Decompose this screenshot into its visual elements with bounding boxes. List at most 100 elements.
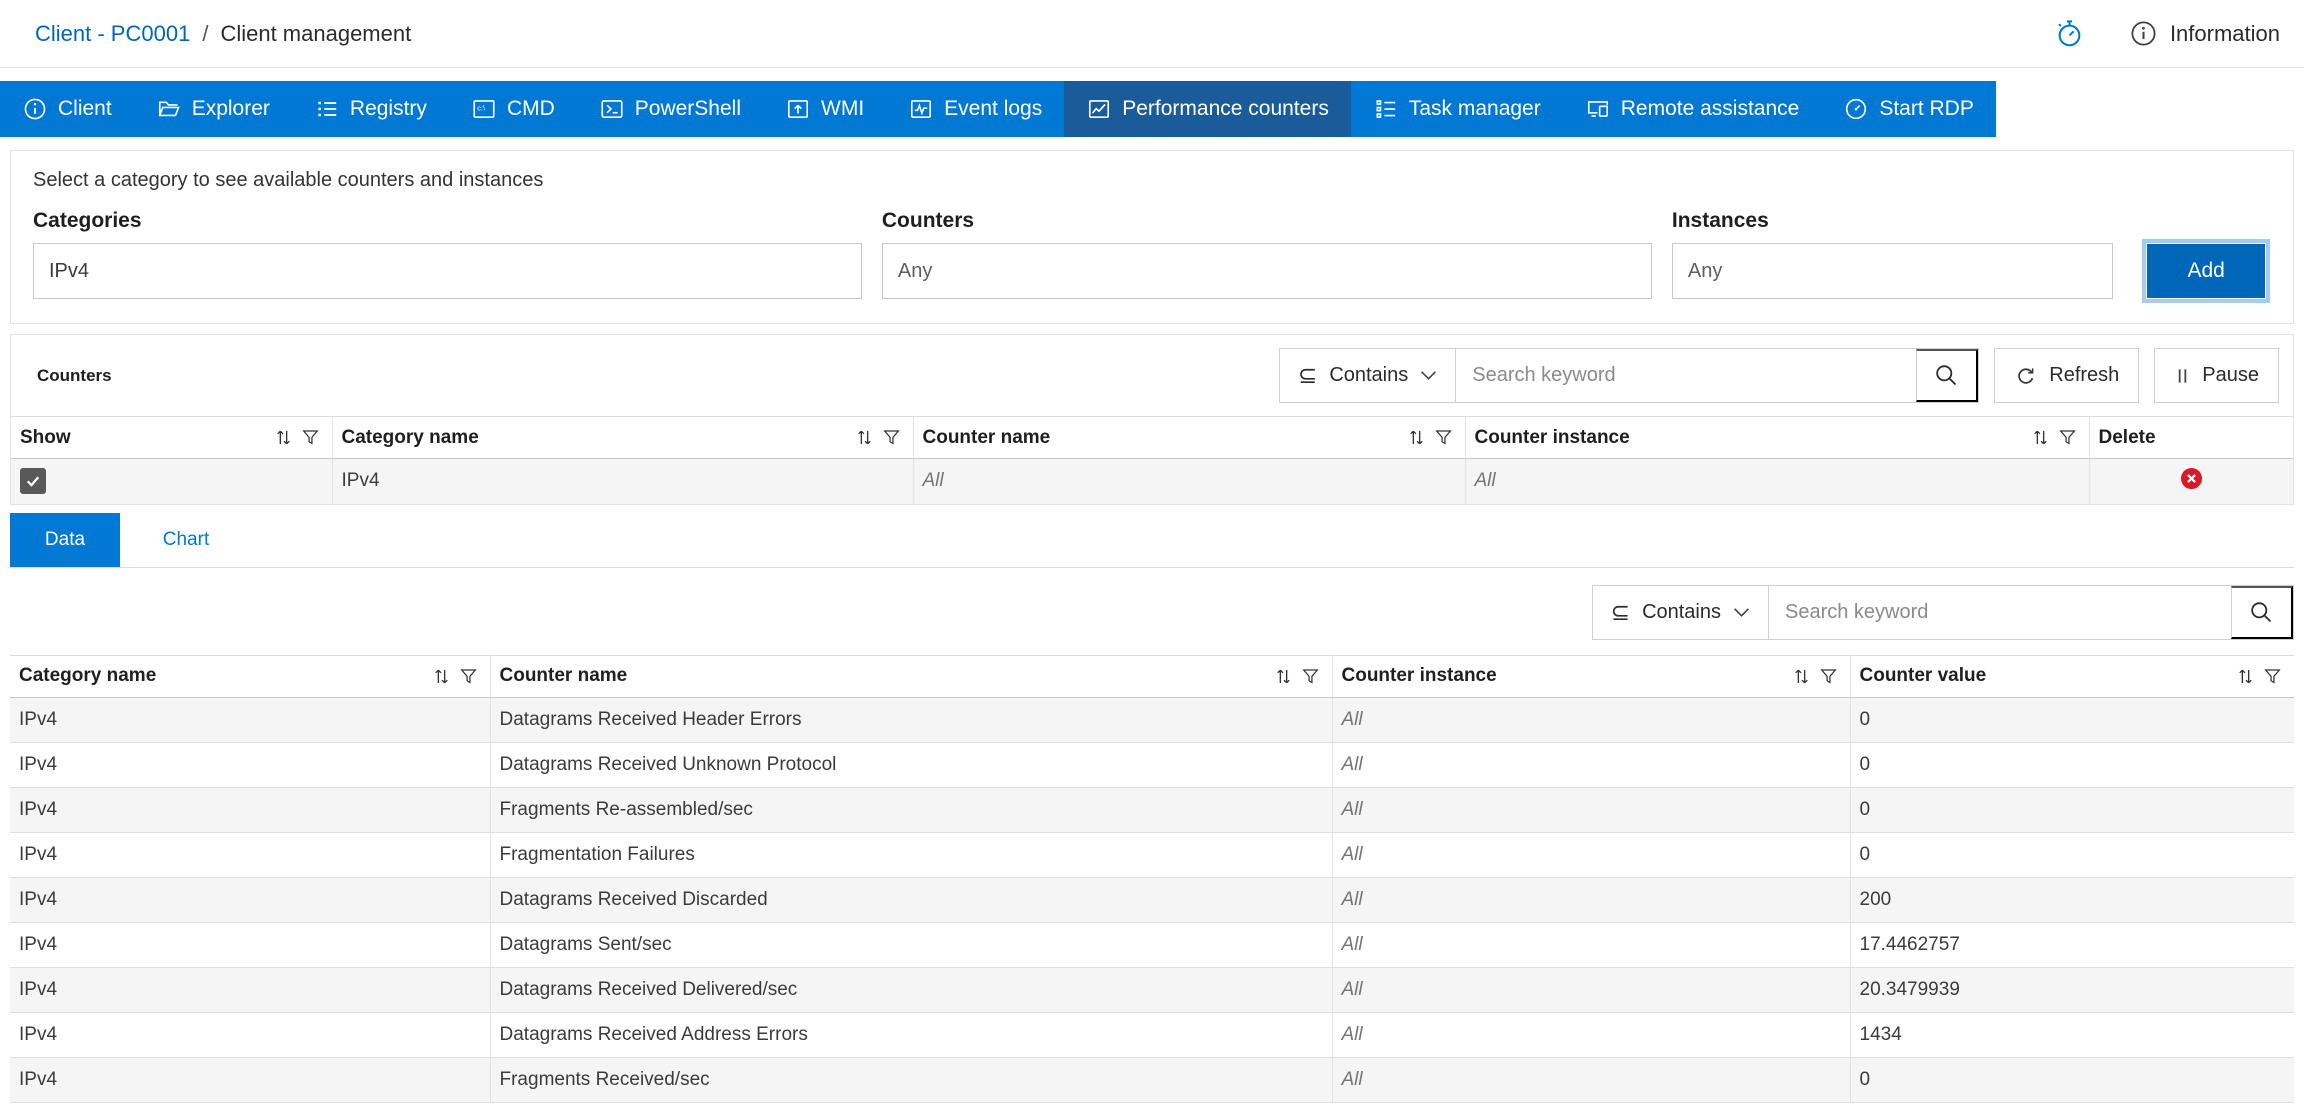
data-search-input[interactable] <box>1769 585 2231 639</box>
table-row[interactable]: IPv4 Fragmentation Failures All 0 <box>10 832 2294 877</box>
nav-tab-task-manager[interactable]: Task manager <box>1351 81 1563 137</box>
col-header-category-name[interactable]: Category name <box>10 654 491 698</box>
counters-operator-dropdown[interactable]: ⊆ Contains <box>1280 349 1457 402</box>
search-icon <box>2248 599 2275 626</box>
pause-icon <box>2174 365 2191 387</box>
sort-icon[interactable] <box>854 427 875 448</box>
pause-button[interactable]: Pause <box>2154 348 2279 403</box>
nav-tab-remote-assistance[interactable]: Remote assistance <box>1563 81 1822 137</box>
counters-input[interactable] <box>881 243 1652 299</box>
information-button[interactable]: Information <box>2129 19 2280 48</box>
selector-hint: Select a category to see available count… <box>33 169 544 191</box>
sort-icon[interactable] <box>1791 666 1812 687</box>
table-row[interactable]: IPv4 Datagrams Received Discarded All 200 <box>10 877 2294 922</box>
refresh-icon <box>2014 364 2038 388</box>
nav-tab-event-logs[interactable]: Event logs <box>886 81 1064 137</box>
categories-input[interactable] <box>33 243 862 299</box>
col-header-category-name[interactable]: Category name <box>332 416 914 459</box>
table-row[interactable]: IPv4 Fragments Received/sec All 0 <box>10 1057 2294 1102</box>
col-header-counter-name[interactable]: Counter name <box>913 416 1466 459</box>
timer-icon[interactable] <box>2054 18 2085 49</box>
filter-icon[interactable] <box>1434 428 1453 447</box>
information-label: Information <box>2169 20 2280 46</box>
filter-icon[interactable] <box>459 667 478 686</box>
col-header-delete: Delete <box>2089 416 2293 459</box>
tab-data[interactable]: Data <box>10 512 120 567</box>
chevron-down-icon <box>1420 370 1437 381</box>
nav-tab-label: Task manager <box>1408 97 1541 120</box>
col-header-counter-instance[interactable]: Counter instance <box>1332 654 1851 698</box>
col-header-show[interactable]: Show <box>11 416 333 459</box>
remote-screen-icon <box>1585 96 1611 122</box>
nav-tab-cmd[interactable]: c:\ CMD <box>449 81 577 137</box>
col-header-counter-instance[interactable]: Counter instance <box>1465 416 2090 459</box>
refresh-label: Refresh <box>2049 364 2120 386</box>
nav-tab-label: CMD <box>506 97 555 120</box>
nav-tab-label: Start RDP <box>1879 97 1974 120</box>
col-header-counter-value[interactable]: Counter value <box>1850 654 2294 698</box>
table-row: IPv4 All All <box>11 458 2293 504</box>
instances-label: Instances <box>1671 209 1769 232</box>
data-operator-dropdown[interactable]: ⊆ Contains <box>1593 585 1769 639</box>
nav-tab-label: Explorer <box>191 97 270 120</box>
nav-tab-label: Remote assistance <box>1620 97 1800 120</box>
filter-icon[interactable] <box>1819 667 1838 686</box>
sort-icon[interactable] <box>2030 427 2051 448</box>
table-row[interactable]: IPv4 Datagrams Received Delivered/sec All… <box>10 967 2294 1012</box>
filter-icon[interactable] <box>1301 667 1320 686</box>
filter-icon[interactable] <box>2263 667 2282 686</box>
refresh-button[interactable]: Refresh <box>1994 348 2140 403</box>
filter-icon[interactable] <box>882 428 901 447</box>
delete-row-button[interactable] <box>2180 467 2203 493</box>
nav-tab-explorer[interactable]: Explorer <box>134 81 292 137</box>
data-search-button[interactable] <box>2231 585 2293 639</box>
nav-tab-start-rdp[interactable]: Start RDP <box>1821 81 1996 137</box>
breadcrumb: Client - PC0001 / Client management <box>35 21 411 47</box>
nav-tab-client[interactable]: Client <box>0 81 134 137</box>
pause-label: Pause <box>2202 364 2259 386</box>
show-checkbox[interactable] <box>20 468 46 495</box>
event-logs-icon <box>908 96 934 122</box>
contains-icon: ⊆ <box>1610 598 1631 625</box>
counters-search-button[interactable] <box>1916 349 1979 402</box>
tab-chart[interactable]: Chart <box>120 512 252 567</box>
sort-icon[interactable] <box>431 666 452 687</box>
nav-tab-label: Event logs <box>944 97 1043 120</box>
nav-tab-powershell[interactable]: PowerShell <box>577 81 763 137</box>
table-row[interactable]: IPv4 Datagrams Sent/sec All 17.4462757 <box>10 922 2294 967</box>
data-search-combo: ⊆ Contains <box>1591 584 2294 640</box>
operator-label: Contains <box>1329 364 1409 386</box>
selected-counters-table: Show Category name Counter name Counter … <box>11 416 2293 504</box>
filter-icon[interactable] <box>301 428 320 447</box>
counters-search-combo: ⊆ Contains <box>1279 348 1980 403</box>
chevron-down-icon <box>1733 607 1750 618</box>
wmi-icon <box>785 96 811 122</box>
filter-icon[interactable] <box>2058 428 2077 447</box>
powershell-icon <box>599 96 625 122</box>
counter-selector-panel: Select a category to see available count… <box>10 150 2294 324</box>
table-row[interactable]: IPv4 Fragments Re-assembled/sec All 0 <box>10 787 2294 832</box>
task-list-icon <box>1373 96 1399 122</box>
terminal-icon: c:\ <box>471 96 497 122</box>
add-button[interactable]: Add <box>2147 244 2265 298</box>
folder-icon <box>156 96 182 122</box>
table-row[interactable]: IPv4 Datagrams Received Header Errors All… <box>10 697 2294 742</box>
sort-icon[interactable] <box>2235 666 2256 687</box>
sort-icon[interactable] <box>273 427 294 448</box>
categories-label: Categories <box>33 209 142 232</box>
nav-tab-performance-counters[interactable]: Performance counters <box>1064 81 1351 137</box>
counters-panel: Counters ⊆ Contains Search keyword Refre… <box>10 334 2294 505</box>
nav-tab-wmi[interactable]: WMI <box>763 81 886 137</box>
table-row[interactable]: IPv4 Datagrams Received Unknown Protocol … <box>10 742 2294 787</box>
breadcrumb-client-link[interactable]: Client - PC0001 <box>35 21 190 47</box>
sort-icon[interactable] <box>1406 427 1427 448</box>
top-bar: Client - PC0001 / Client management Info… <box>0 0 2304 68</box>
instances-input[interactable] <box>1671 243 2114 299</box>
col-header-counter-name[interactable]: Counter name <box>490 654 1333 698</box>
cell-counter-instance: All <box>1465 458 2090 504</box>
table-row[interactable]: IPv4 Datagrams Received Address Errors Al… <box>10 1012 2294 1057</box>
nav-tab-registry[interactable]: Registry <box>292 81 449 137</box>
nav-tab-label: WMI <box>821 97 865 120</box>
counters-search-input[interactable] <box>1456 349 1917 402</box>
sort-icon[interactable] <box>1273 666 1294 687</box>
